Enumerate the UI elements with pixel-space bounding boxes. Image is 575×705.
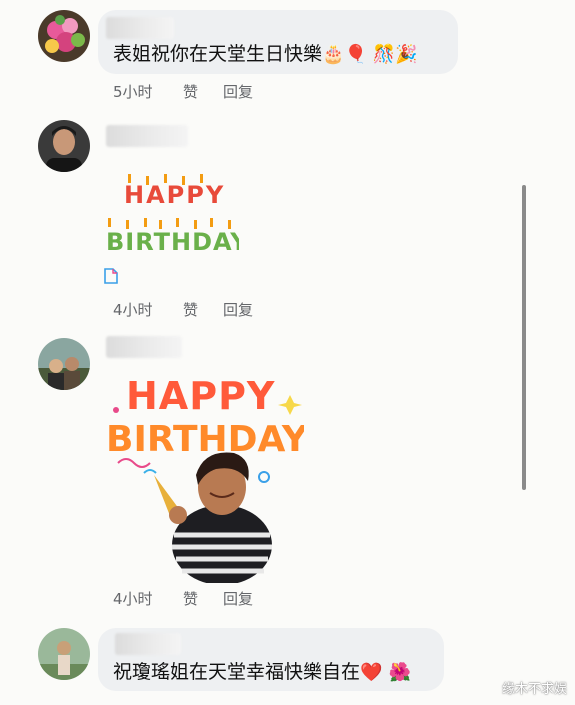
avatar-woman[interactable] bbox=[38, 628, 90, 680]
watermark: 缘木不求娱 bbox=[501, 682, 567, 697]
commenter-name-blurred[interactable] bbox=[106, 17, 174, 39]
hibiscus-emoji: 🌺 bbox=[388, 661, 411, 683]
cake-emoji: 🎂 bbox=[322, 43, 345, 65]
reply-button[interactable]: 回复 bbox=[223, 81, 253, 102]
commenter-name-blurred[interactable] bbox=[106, 336, 182, 358]
document-icon[interactable] bbox=[104, 268, 118, 284]
comment-text-content: 表姐祝你在天堂生日快樂 bbox=[113, 43, 323, 65]
sticker-line-birthday: BIRTHDAY bbox=[106, 228, 239, 256]
timestamp: 4小时 bbox=[113, 590, 153, 608]
reply-button[interactable]: 回复 bbox=[223, 299, 253, 320]
timestamp: 4小时 bbox=[113, 301, 153, 319]
commenter-name-blurred[interactable] bbox=[115, 633, 181, 655]
like-button[interactable]: 赞 bbox=[183, 588, 198, 609]
balloon-emoji: 🎈 bbox=[344, 43, 367, 65]
comment-text-content: 祝瓊瑤姐在天堂幸福快樂自在 bbox=[113, 661, 361, 683]
avatar-couple[interactable] bbox=[38, 338, 90, 390]
avatar-flowers[interactable] bbox=[38, 10, 90, 62]
timestamp: 5小时 bbox=[113, 83, 153, 101]
like-button[interactable]: 赞 bbox=[183, 81, 198, 102]
comment-meta: 4小时 赞 回复 bbox=[113, 588, 313, 608]
scrollbar-thumb[interactable] bbox=[522, 185, 526, 490]
confetti-ball-emoji: 🎊 bbox=[372, 43, 396, 65]
party-popper-emoji: 🎉 bbox=[395, 43, 418, 65]
heart-emoji: ❤️ bbox=[360, 661, 383, 683]
comment-meta: 4小时 赞 回复 bbox=[113, 299, 313, 319]
avatar-man[interactable] bbox=[38, 120, 90, 172]
like-button[interactable]: 赞 bbox=[183, 299, 198, 320]
happy-birthday-character-sticker[interactable]: HAPPY BIRTHDAY bbox=[104, 365, 304, 583]
happy-birthday-candle-sticker[interactable]: HAPPY BIRTHDAY bbox=[104, 170, 239, 260]
comment-text: 祝瓊瑤姐在天堂幸福快樂自在❤️ 🌺 bbox=[113, 660, 411, 685]
sticker-line-birthday: BIRTHDAY bbox=[106, 419, 304, 460]
comment-meta: 5小时 赞 回复 bbox=[113, 81, 313, 101]
sticker-line-happy: HAPPY bbox=[124, 181, 225, 209]
sticker-line-happy: HAPPY bbox=[126, 374, 275, 418]
reply-button[interactable]: 回复 bbox=[223, 588, 253, 609]
commenter-name-blurred[interactable] bbox=[106, 125, 188, 147]
comment-text: 表姐祝你在天堂生日快樂🎂🎈 🎊🎉 bbox=[113, 42, 418, 67]
